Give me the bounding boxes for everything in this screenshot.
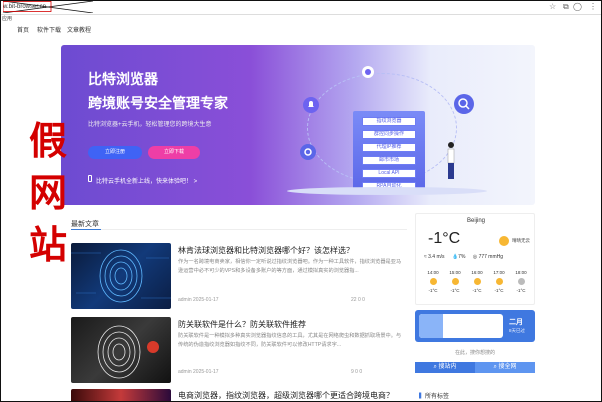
article-stats: 9 0 0 — [351, 369, 363, 375]
site-nav: 首页 软件下载 文章教程 — [1, 24, 601, 38]
article-title[interactable]: 电商浏览器，指纹浏览器，超级浏览器哪个更适合跨境电商？ — [178, 390, 408, 401]
forecast-item: 15:00 -1°C — [449, 270, 461, 293]
bookmarks-bar: 应用 — [1, 15, 601, 24]
apps-bookmark[interactable]: 应用 — [2, 15, 12, 22]
address-bar[interactable]: w.bit-browser.cn ☆ ⧉ ◯ ⋮ — [1, 1, 601, 15]
bell-icon — [303, 97, 319, 113]
feature-proxy: 代理IP推荐 — [362, 143, 416, 152]
feature-local-api: Local API — [362, 169, 416, 178]
article-thumbnail[interactable] — [71, 317, 171, 383]
weather-condition: 晴晴无云 — [512, 238, 530, 243]
feature-market: 邮市市场 — [362, 156, 416, 165]
article-stats: 22 0 0 — [351, 297, 365, 303]
article-summary: 作为一名跨境电商卖家，相信你一定听说过指纹浏览器吧。作为一种工具软件，指纹浏览器… — [178, 259, 402, 274]
target-icon — [362, 66, 374, 78]
banner-description: 比特浏览器+云手机，轻松管理您的跨境大生意 — [88, 122, 212, 128]
month-progress-card: 29% 二月 8天已过 — [415, 310, 535, 342]
article-thumbnail[interactable] — [71, 243, 171, 309]
sun-icon — [429, 278, 437, 285]
phone-icon — [88, 175, 92, 182]
article-meta: admin 2025-01-17 — [178, 369, 219, 375]
sun-icon — [499, 236, 509, 246]
nav-home[interactable]: 首页 — [17, 25, 29, 34]
article-meta: admin 2025-01-17 — [178, 297, 219, 303]
sun-icon — [495, 278, 503, 285]
feature-fingerprint: 指纹浏览器 — [362, 117, 416, 126]
article-title[interactable]: 防关联软件是什么？防关联软件推荐 — [178, 319, 408, 330]
tags-heading: ▍所有标签 — [419, 394, 450, 400]
register-button[interactable]: 立即注册 — [88, 146, 142, 159]
moon-icon — [517, 278, 525, 285]
search-hint: 在此，搜你想搜的 — [454, 350, 495, 356]
section-title: 最新文章 — [71, 221, 99, 228]
nav-articles[interactable]: 文章教程 — [67, 25, 91, 34]
tab-search-web[interactable]: ⌕ 搜全网 — [475, 362, 535, 373]
banner-subtitle: 跨境账号安全管理专家 — [88, 95, 228, 111]
gear-icon — [300, 144, 316, 160]
section-underline — [71, 229, 101, 230]
article-title[interactable]: 林肯法球浏览器和比特浏览器哪个好？该怎样选？ — [178, 245, 408, 256]
article-thumbnail[interactable] — [71, 389, 171, 401]
section-divider — [71, 229, 407, 230]
progress-percent: 29% — [451, 321, 470, 331]
weather-stats: ≈ 3.4 m/s 💧7% ◎ 777 mmHg — [424, 254, 536, 260]
feature-sync: 群控同步操作 — [362, 130, 416, 139]
search-icon — [454, 94, 474, 114]
wind-value: 3.4 m/s — [428, 254, 445, 260]
illustration-ground — [287, 187, 487, 195]
weather-temp: -1°C — [428, 230, 461, 247]
extensions-icon[interactable]: ⧉ — [563, 2, 569, 12]
sun-icon — [451, 278, 459, 285]
forecast-item: 16:00 -1°C — [471, 270, 483, 293]
progress-month: 二月 — [509, 319, 523, 326]
fake-site-warning-text: 假网站 — [29, 118, 68, 267]
weather-widget: Beijing -1°C 晴晴无云 ≈ 3.4 m/s 💧7% ◎ 777 mm… — [415, 213, 535, 305]
weather-city: Beijing — [466, 218, 485, 224]
sun-icon — [473, 278, 481, 285]
forecast-item: 14:00 -1°C — [427, 270, 439, 293]
star-icon[interactable]: ☆ — [549, 2, 556, 12]
person-illustration — [447, 142, 455, 179]
cross-mark-overlay — [3, 1, 93, 13]
tab-search-site[interactable]: ⌕ 搜站内 — [415, 362, 475, 373]
browser-window: w.bit-browser.cn ☆ ⧉ ◯ ⋮ 应用 首页 软件下载 文章教程… — [0, 0, 602, 402]
banner-title: 比特浏览器 — [88, 71, 158, 87]
progress-days: 8天已过 — [509, 328, 526, 333]
hero-banner[interactable]: 比特浏览器 跨境账号安全管理专家 比特浏览器+云手机，轻松管理您的跨境大生意 立… — [61, 45, 535, 205]
pressure-value: 777 mmHg — [478, 254, 504, 260]
forecast-item: 18:00 -1°C — [515, 270, 527, 293]
download-button[interactable]: 立即下载 — [148, 146, 200, 159]
banner-notice-link[interactable]: 比特云手机全新上线，快来体验吧！ > — [96, 176, 197, 185]
menu-icon[interactable]: ⋮ — [589, 2, 597, 12]
profile-icon[interactable]: ◯ — [573, 2, 582, 12]
article-summary: 防关联软件是一种模拟多种真实浏览器指纹信息的工具，尤其是在网络爬虫和数据抓取场景… — [178, 333, 402, 348]
forecast-item: 17:00 -1°C — [493, 270, 505, 293]
humidity-value: 7% — [458, 254, 466, 260]
nav-download[interactable]: 软件下载 — [37, 25, 61, 34]
